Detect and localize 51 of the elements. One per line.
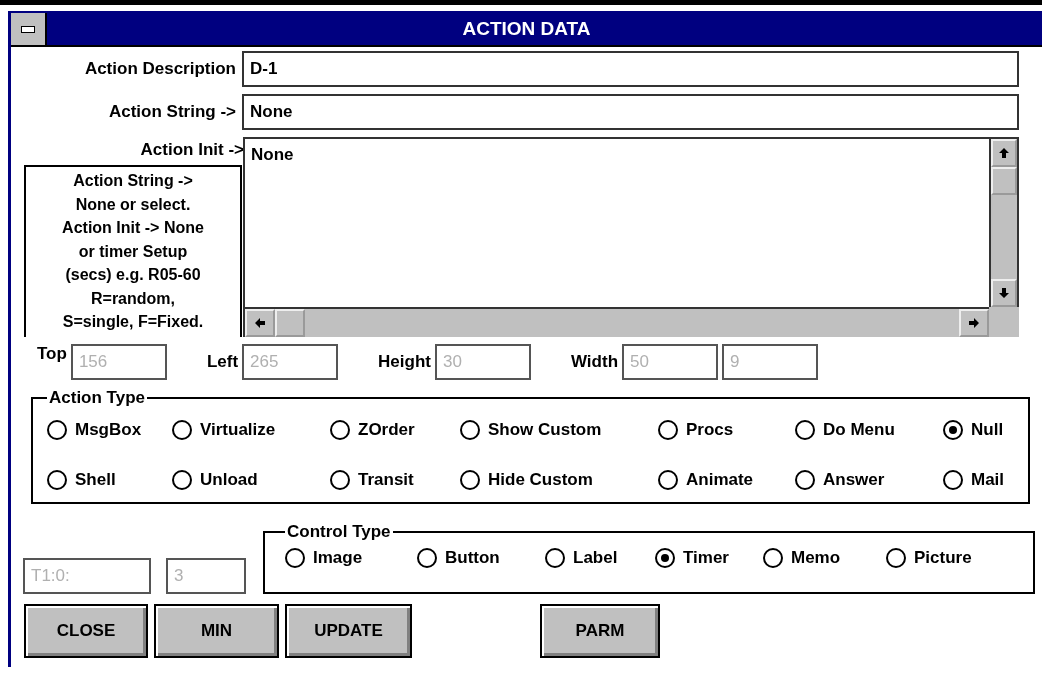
radio-option[interactable]: Null [943,420,1028,440]
scroll-thumb[interactable] [275,309,305,337]
radio-option[interactable]: Button [417,548,545,568]
scroll-thumb[interactable] [991,167,1017,195]
scroll-right-button[interactable] [959,309,989,337]
radio-option[interactable]: Hide Custom [460,470,658,490]
radio-option[interactable]: Mail [943,470,1028,490]
scroll-down-button[interactable] [991,279,1017,307]
radio-option[interactable]: Image [285,548,417,568]
radio-option[interactable]: Animate [658,470,795,490]
right-arrow-icon [968,317,980,329]
radio-option[interactable]: Show Custom [460,420,658,440]
radio-option[interactable]: Answer [795,470,943,490]
radio-option[interactable]: Unload [172,470,330,490]
radio-option[interactable]: Timer [655,548,763,568]
field-label: Top [37,344,67,364]
scroll-up-button[interactable] [991,139,1017,167]
left-arrow-icon [254,317,266,329]
field-label: Left [206,352,239,372]
radio-option[interactable]: ZOrder [330,420,460,440]
scrollbar-corner [989,307,1019,337]
radio-option[interactable]: Virtualize [172,420,330,440]
up-arrow-icon [998,147,1010,159]
field-label: Height [378,352,431,372]
radio-option[interactable]: Label [545,548,655,568]
radio-option[interactable]: Procs [658,420,795,440]
field-label: Action Description [83,59,237,79]
text-field[interactable]: None [242,94,1019,130]
group-title: Action Type [48,388,147,408]
dialog-button[interactable]: PARM [540,604,660,658]
scroll-left-button[interactable] [245,309,275,337]
text-field[interactable]: D-1 [242,51,1019,87]
memo-field[interactable]: None [243,137,1019,337]
group-title: Control Type [286,522,392,542]
radio-option[interactable]: Shell [47,470,172,490]
dialog-button[interactable]: CLOSE [24,604,148,658]
system-menu-button[interactable] [11,13,47,45]
dialog-button[interactable]: UPDATE [285,604,412,658]
memo-text: None [250,144,295,166]
window-title: ACTION DATA [461,18,592,40]
radio-option[interactable]: Transit [330,470,460,490]
field-label: Action String -> [107,102,237,122]
field-label: Action Init -> [139,139,244,161]
down-arrow-icon [998,287,1010,299]
field-label: Width [570,352,619,372]
help-text: Action String -> None or select. Action Init -> None or timer Setup (secs) e.g. R05-60 R=random, S=single, F=Fixed. [24,165,242,337]
dialog-button[interactable]: MIN [154,604,279,658]
radio-option[interactable]: Memo [763,548,886,568]
radio-option[interactable]: MsgBox [47,420,172,440]
radio-option[interactable]: Do Menu [795,420,943,440]
radio-option[interactable]: Picture [886,548,1033,568]
